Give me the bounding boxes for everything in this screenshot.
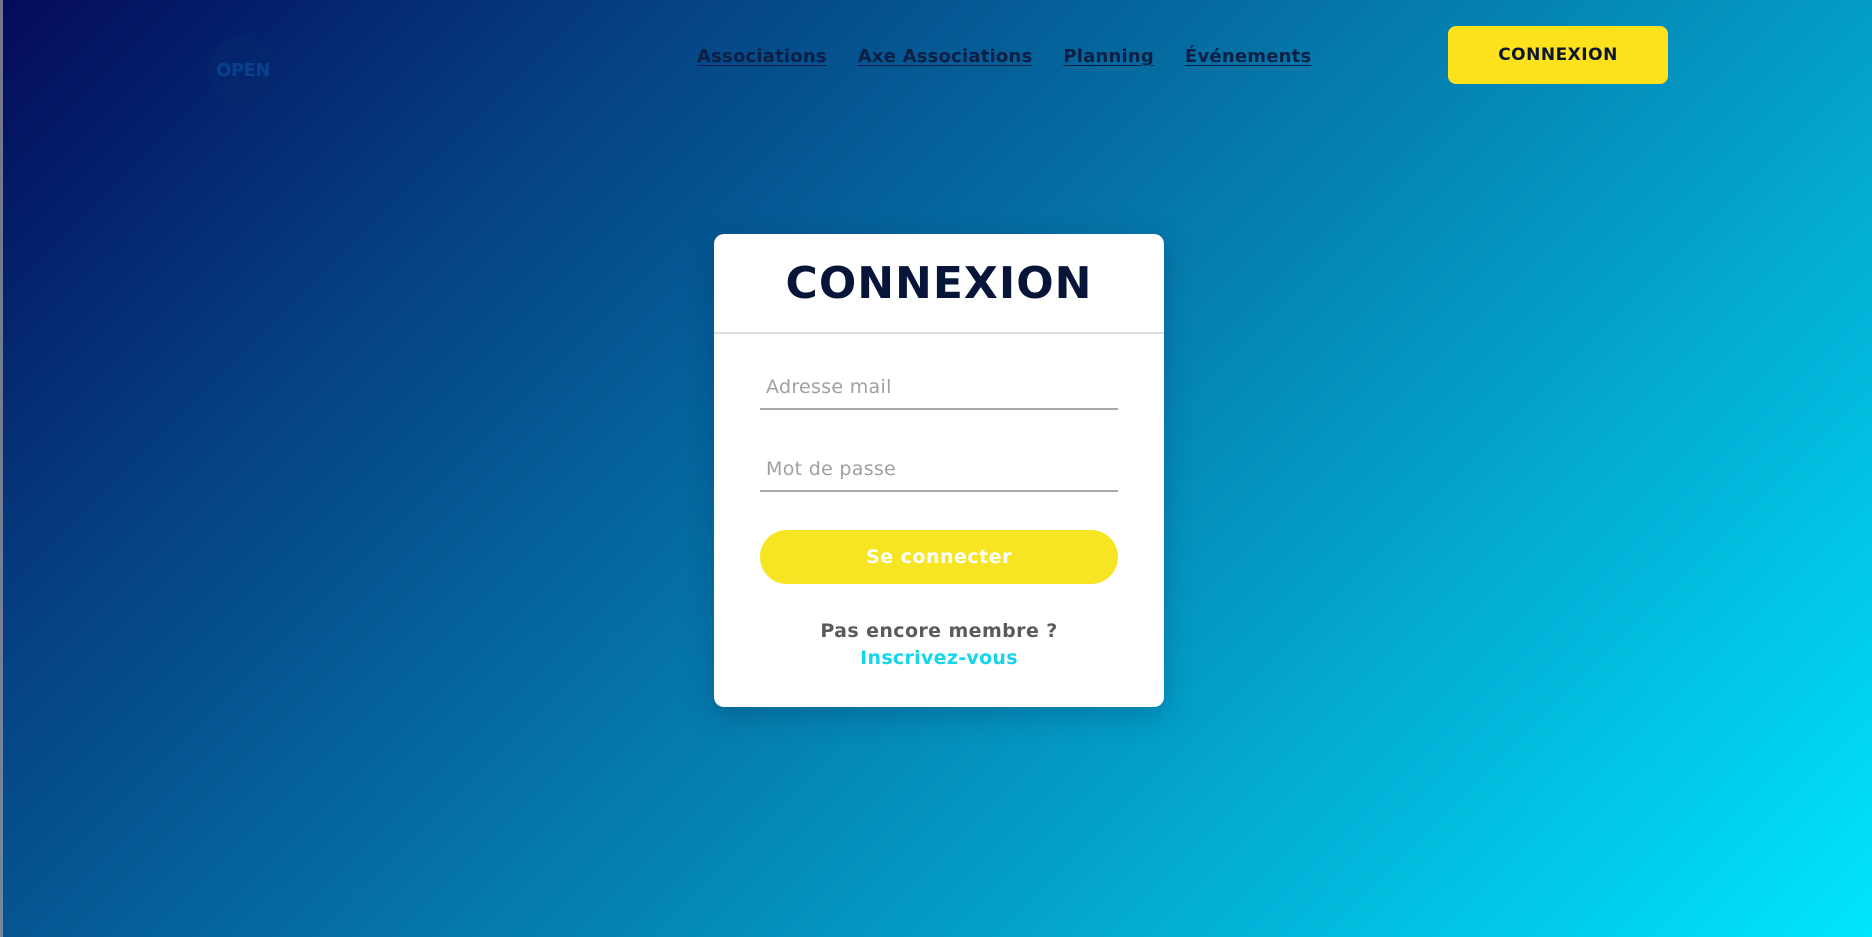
header-connexion-button[interactable]: CONNEXION — [1448, 26, 1668, 84]
login-title: CONNEXION — [785, 257, 1093, 309]
password-input[interactable] — [760, 448, 1118, 492]
signup-question: Pas encore membre ? — [820, 620, 1058, 642]
open-logo[interactable]: OPEN — [209, 36, 277, 104]
main-nav: Associations Axe Associations Planning É… — [697, 44, 1311, 69]
signup-prompt: Pas encore membre ? Inscrivez-vous — [714, 618, 1164, 672]
nav-link-associations[interactable]: Associations — [697, 46, 827, 67]
email-input[interactable] — [760, 366, 1118, 410]
nav-link-planning[interactable]: Planning — [1063, 46, 1154, 67]
signup-link[interactable]: Inscrivez-vous — [860, 645, 1018, 672]
login-card-header: CONNEXION — [714, 234, 1164, 334]
window-left-edge — [0, 0, 3, 937]
nav-link-axe-associations[interactable]: Axe Associations — [858, 46, 1033, 67]
nav-link-evenements[interactable]: Événements — [1185, 46, 1311, 67]
login-submit-button[interactable]: Se connecter — [760, 530, 1118, 584]
logo-text: OPEN — [216, 59, 270, 81]
